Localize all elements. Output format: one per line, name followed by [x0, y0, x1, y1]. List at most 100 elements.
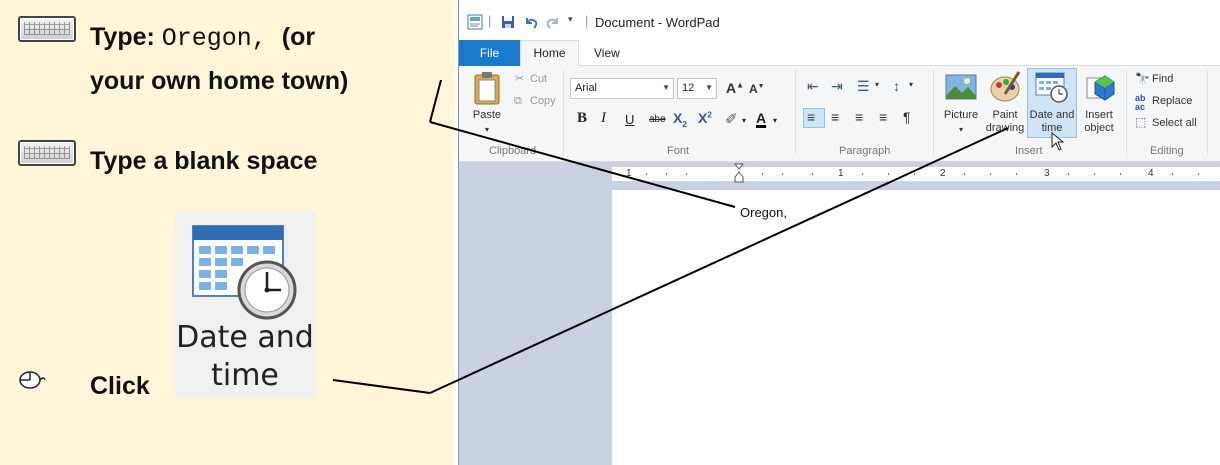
ruler-tick [862, 173, 863, 175]
clipboard-group-label: Clipboard [489, 145, 537, 157]
select-all-icon: ⬚ [1135, 115, 1147, 129]
insert-object-button[interactable]: Insert object [1077, 109, 1121, 135]
ruler-tick [646, 173, 647, 175]
paint-drawing-button[interactable]: Paint drawing [983, 109, 1027, 135]
step1-prefix: Type: [90, 23, 155, 51]
ruler-tick [964, 173, 965, 175]
font-group-label: Font [667, 145, 690, 157]
tab-file[interactable]: File [459, 40, 520, 66]
align-left-icon: ≡ [807, 109, 816, 125]
ruler-tick [666, 173, 667, 175]
highlight-marker-icon[interactable]: ✐ [725, 110, 738, 128]
ruler-tick [1198, 173, 1199, 175]
tab-home[interactable]: Home [520, 40, 579, 67]
step3-click-text: Click [90, 372, 150, 400]
bullet-list-chevron-down-icon[interactable]: ▾ [875, 80, 879, 89]
bullet-list-icon[interactable]: ☰ [857, 78, 870, 95]
grow-font-icon[interactable]: A▲ [726, 80, 744, 96]
ruler-tick [990, 173, 991, 175]
picture-button[interactable]: Picture [939, 109, 983, 122]
ruler-tick [1094, 173, 1095, 175]
ruler: 1 1 2 3 4 [612, 163, 1220, 183]
paste-clipboard-icon[interactable] [473, 71, 501, 105]
mouse-pointer-cursor-icon [1051, 132, 1065, 151]
highlight-chevron-down-icon[interactable]: ▾ [742, 116, 746, 125]
insert-object-icon[interactable] [1085, 72, 1115, 102]
shrink-font-icon[interactable]: A▼ [749, 82, 765, 96]
font-size-chevron-down-icon: ▼ [705, 83, 713, 92]
document-page[interactable] [612, 190, 1220, 465]
cut-scissors-icon: ✂ [515, 73, 525, 85]
replace-button[interactable]: Replace [1152, 95, 1192, 107]
ruler-tick [914, 173, 915, 175]
select-all-button[interactable]: Select all [1152, 117, 1197, 129]
instruction-panel: Type: Oregon, (or your own home town) Ty… [0, 0, 455, 465]
find-button[interactable]: Find [1152, 73, 1173, 85]
copy-button[interactable]: Copy [530, 95, 556, 107]
paint-drawing-label-line1: Paint [992, 109, 1018, 121]
paint-drawing-icon[interactable] [989, 70, 1023, 104]
font-size-value: 12 [682, 82, 695, 94]
picture-icon[interactable] [945, 74, 977, 100]
document-text[interactable]: Oregon, [740, 205, 787, 220]
font-name-value: Arial [575, 82, 598, 94]
italic-icon[interactable]: I [601, 110, 606, 127]
qa-separator: | [488, 13, 492, 28]
keyboard-icon [18, 16, 76, 42]
strikethrough-icon[interactable]: abe [649, 114, 666, 125]
ruler-tick [812, 173, 813, 175]
picture-chevron-down-icon[interactable]: ▾ [955, 123, 967, 136]
step2-text: Type a blank space [90, 147, 318, 175]
underline-icon[interactable]: U [625, 112, 634, 127]
redo-icon[interactable] [545, 14, 561, 30]
copy-icon: ⧉ [514, 95, 522, 107]
window-title: Document - WordPad [595, 15, 720, 30]
ruler-number: 3 [1044, 168, 1050, 179]
align-right-icon[interactable]: ≡ [855, 109, 863, 125]
text-color-chevron-down-icon[interactable]: ▾ [773, 116, 777, 125]
ruler-number: 2 [940, 168, 946, 179]
ruler-tick [782, 173, 783, 175]
font-name-chevron-down-icon: ▼ [662, 83, 670, 92]
paste-button[interactable]: Paste [471, 109, 503, 122]
cut-button[interactable]: Cut [530, 73, 547, 85]
align-center-icon[interactable]: ≡ [831, 109, 839, 125]
text-color-icon[interactable]: A [756, 110, 766, 126]
paragraph-group-label: Paragraph [839, 145, 891, 157]
group-separator [1207, 70, 1208, 156]
ruler-number: 1 [838, 168, 844, 179]
superscript-icon[interactable]: X2 [698, 110, 712, 126]
group-separator [933, 70, 934, 156]
ruler-number: 4 [1148, 168, 1154, 179]
insert-object-label-line2: object [1084, 122, 1114, 134]
undo-icon[interactable] [523, 14, 539, 30]
justify-icon[interactable]: ≡ [879, 109, 887, 125]
title-separator: | [585, 13, 589, 28]
wordpad-window: | ▾ | Document - WordPad File Home View … [458, 0, 1220, 465]
paint-drawing-label-line2: drawing [985, 122, 1025, 134]
insert-group-label: Insert [1015, 145, 1043, 157]
paste-chevron-down-icon[interactable]: ▾ [481, 123, 493, 136]
tab-view[interactable]: View [594, 40, 620, 66]
calendar-clock-icon [192, 225, 297, 320]
date-and-time-enlarged-button: Date and time [175, 212, 315, 398]
indent-marker-icon[interactable] [734, 163, 744, 185]
wordpad-app-icon[interactable] [467, 14, 483, 30]
calendar-clock-icon [1035, 72, 1068, 103]
decrease-indent-icon[interactable]: ⇤ [807, 78, 819, 95]
save-icon[interactable] [500, 14, 516, 30]
ribbon: Paste ▾ ✂ Cut ⧉ Copy Clipboard Arial ▼ 1… [459, 66, 1220, 162]
customize-qa-chevron-down-icon[interactable]: ▾ [568, 14, 573, 25]
date-and-time-label-line1: Date and [176, 320, 314, 355]
font-name-select[interactable]: Arial ▼ [570, 78, 674, 99]
line-spacing-chevron-down-icon[interactable]: ▾ [909, 80, 913, 89]
ruler-number: 1 [626, 168, 632, 179]
font-size-select[interactable]: 12 ▼ [677, 78, 717, 99]
bold-icon[interactable]: B [577, 110, 587, 127]
paragraph-settings-icon[interactable]: ¶ [903, 109, 911, 125]
subscript-icon[interactable]: X2 [673, 110, 687, 129]
group-separator [1126, 70, 1127, 156]
increase-indent-icon[interactable]: ⇥ [831, 78, 843, 95]
ruler-tick [1172, 173, 1173, 175]
line-spacing-icon[interactable]: ↕ [893, 78, 900, 94]
